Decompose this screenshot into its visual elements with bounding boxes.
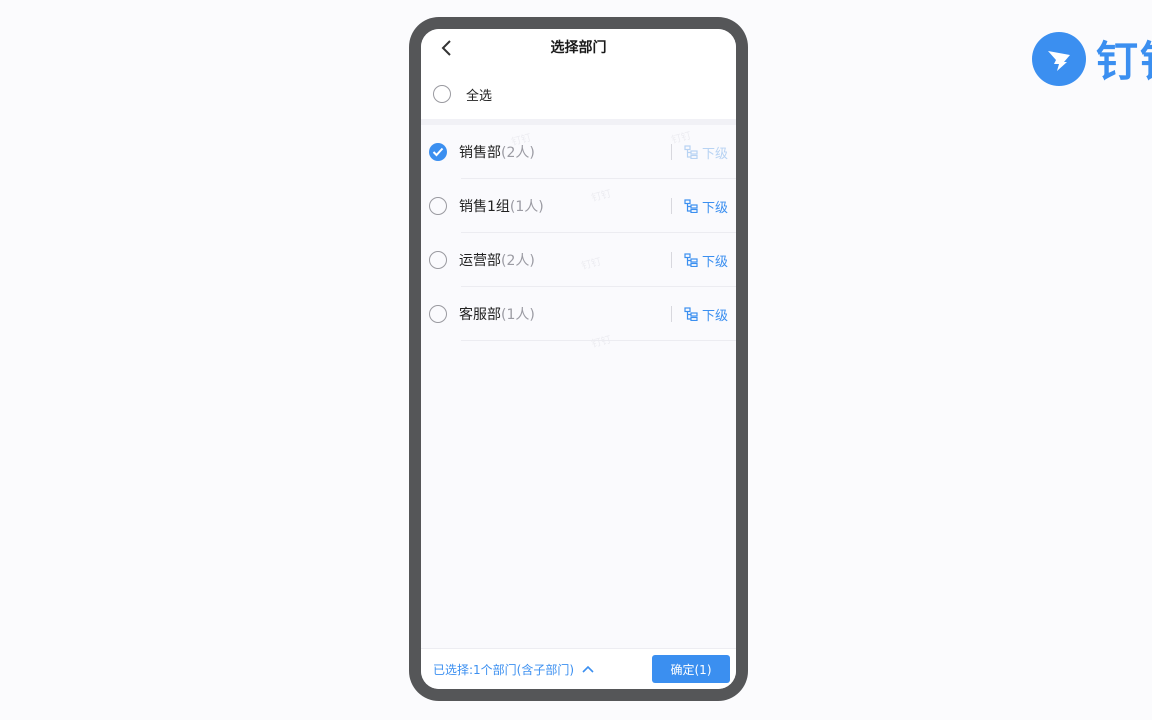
selected-summary-toggle[interactable]: 已选择:1个部门(含子部门) [433, 661, 594, 678]
sub-level-button[interactable]: 下级 [670, 287, 728, 341]
divider [670, 144, 672, 160]
sub-level-button[interactable]: 下级 [670, 179, 728, 233]
divider [461, 340, 736, 341]
dingtalk-logo: 钉钉 [1032, 28, 1152, 89]
department-count: (2人) [501, 145, 535, 161]
divider [670, 306, 672, 322]
sub-level-label: 下级 [701, 146, 728, 162]
phone-frame: 选择部门 全选 钉钉 钉钉 钉钉 钉钉 钉钉 销售部 (2人) 下级 销售1组 … [409, 17, 748, 701]
department-name: 运营部 [459, 253, 501, 269]
divider [670, 252, 672, 268]
department-count: (2人) [501, 253, 535, 269]
department-row-customer-service[interactable]: 客服部 (1人) 下级 [421, 287, 736, 341]
sub-level-button[interactable]: 下级 [670, 125, 728, 179]
divider [670, 198, 672, 214]
department-name: 销售1组 [459, 199, 510, 215]
department-radio[interactable] [429, 251, 447, 269]
department-radio-checked[interactable] [429, 143, 447, 161]
department-name: 客服部 [459, 307, 501, 323]
department-count: (1人) [509, 199, 544, 215]
page-title: 选择部门 [550, 40, 607, 56]
select-all-row[interactable]: 全选 [421, 69, 736, 125]
select-all-label: 全选 [466, 88, 493, 104]
department-row-operations[interactable]: 运营部 (2人) 下级 [421, 233, 736, 287]
phone-screen: 选择部门 全选 钉钉 钉钉 钉钉 钉钉 钉钉 销售部 (2人) 下级 销售1组 … [421, 29, 736, 689]
chevron-up-icon [582, 665, 594, 673]
department-row-sales-group-1[interactable]: 销售1组 (1人) 下级 [421, 179, 736, 233]
department-name: 销售部 [459, 145, 501, 161]
department-row-sales[interactable]: 销售部 (2人) 下级 [421, 125, 736, 179]
org-tree-icon [684, 253, 698, 267]
department-radio[interactable] [429, 197, 447, 215]
department-list: 钉钉 钉钉 钉钉 钉钉 钉钉 销售部 (2人) 下级 销售1组 (1人) 下级 … [421, 125, 736, 350]
sub-level-label: 下级 [701, 200, 728, 216]
brand-text: 钉钉 [1096, 37, 1152, 86]
org-tree-icon [684, 307, 698, 321]
top-bar: 选择部门 [421, 29, 736, 69]
department-radio[interactable] [429, 305, 447, 323]
sub-level-label: 下级 [701, 254, 728, 270]
confirm-button[interactable]: 确定(1) [652, 655, 730, 683]
dingtalk-logo-icon [1032, 31, 1086, 86]
sub-level-label: 下级 [701, 308, 728, 324]
selected-summary-text: 已选择:1个部门(含子部门) [433, 662, 575, 677]
sub-level-button[interactable]: 下级 [670, 233, 728, 287]
org-tree-icon [684, 199, 698, 213]
select-all-radio[interactable] [433, 85, 451, 103]
department-count: (1人) [501, 307, 535, 323]
check-icon [432, 147, 444, 157]
org-tree-icon [684, 145, 698, 159]
bottom-bar: 已选择:1个部门(含子部门) 确定(1) [421, 648, 736, 689]
